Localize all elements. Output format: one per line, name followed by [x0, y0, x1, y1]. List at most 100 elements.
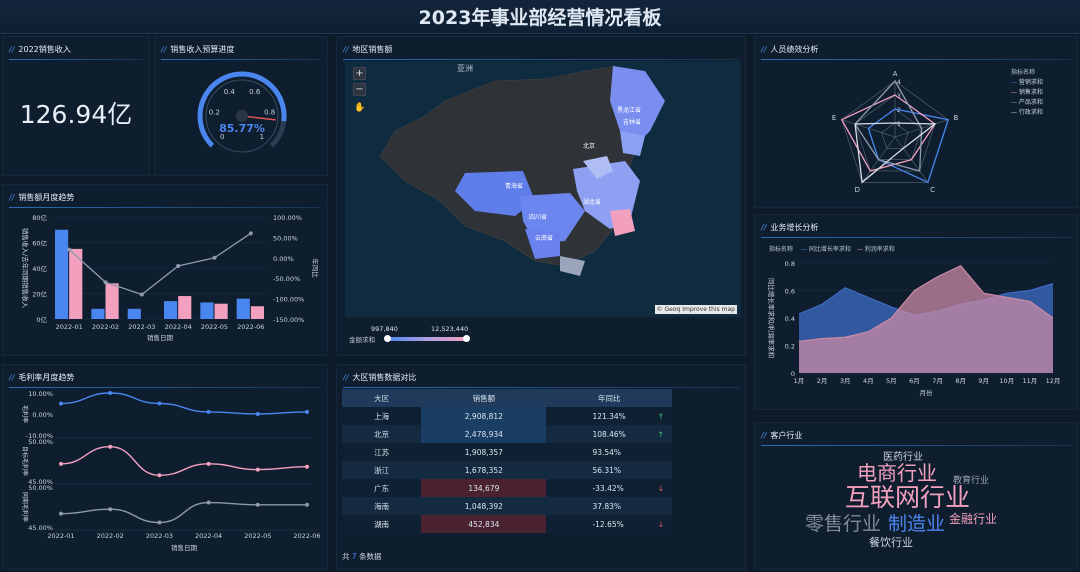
province-label: 湖北省: [583, 199, 602, 206]
cell-yoy: 121.34% ↑: [546, 407, 672, 425]
zoom-out-button[interactable]: −: [353, 83, 366, 96]
x-tick: 2022-05: [244, 532, 271, 540]
word-cloud-item[interactable]: 餐饮行业: [869, 537, 913, 548]
y2-tick: -150.00%: [273, 316, 304, 324]
pan-hand-icon[interactable]: ✋: [354, 103, 365, 113]
cell-region: 上海: [342, 407, 422, 425]
table-row[interactable]: 北京 2,478,934 108.46% ↑: [342, 425, 672, 443]
radar-chart: ABCDE4321: [832, 70, 959, 194]
cell-region: 浙江: [342, 461, 422, 479]
table-row[interactable]: 江苏 1,908,357 93.54%: [342, 443, 672, 461]
band-label: 同期毛利率: [21, 492, 29, 522]
cell-sales: 134,679: [421, 479, 547, 497]
y-tick: 50.00%: [28, 438, 53, 446]
gauge-tick: 0.4: [224, 88, 236, 96]
map-attribution[interactable]: © Geoq Improve this map: [654, 305, 737, 314]
map-region-label: 亚洲: [457, 64, 473, 73]
province-label: 四川省: [529, 214, 548, 221]
table-row[interactable]: 广东 134,679 -33.42% ↓: [342, 479, 672, 497]
cell-yoy: -33.42% ↓: [546, 479, 672, 497]
x-tick: 12月: [1046, 377, 1061, 385]
x-tick: 1月: [794, 377, 805, 385]
x-tick: 2022-06: [293, 532, 320, 540]
table-row[interactable]: 浙江 1,678,352 56.31%: [342, 461, 672, 479]
legend-handle-max[interactable]: [463, 335, 470, 342]
cell-yoy: 56.31%: [546, 461, 672, 479]
cell-region: 湖南: [342, 515, 422, 533]
province-label: 黑龙江省: [617, 107, 642, 114]
y-tick: 0.4: [785, 315, 795, 323]
margin-point: [108, 507, 113, 512]
x-tick: 2022-05: [201, 323, 228, 331]
table-header[interactable]: 年同比: [546, 389, 672, 407]
cell-sales: 1,908,357: [421, 443, 547, 461]
map-canvas[interactable]: 亚洲 黑龙江省 吉林省 北京 青海省 四川省 湖北省 云南省 + − ✋ © G…: [345, 61, 741, 317]
cell-region: 海南: [342, 497, 422, 515]
radar-legend-item[interactable]: — 行政求和: [1011, 108, 1043, 118]
margin-point: [59, 511, 63, 516]
bar: [178, 296, 192, 319]
province-label: 青海省: [505, 183, 524, 190]
table-row[interactable]: 海南 1,048,392 37.83%: [342, 497, 672, 515]
gauge-chart: 85.77% 0 0.2 0.4 0.6 0.8 1: [197, 71, 287, 161]
word-cloud-item[interactable]: 零售行业: [805, 515, 881, 534]
y-tick: 0.8: [785, 260, 795, 268]
bar: [105, 283, 119, 319]
radar-axis-label: B: [953, 114, 958, 122]
x-tick: 10月: [999, 377, 1014, 385]
x-axis-label: 销售日期: [171, 543, 198, 552]
radar-series: [854, 79, 923, 172]
y2-tick: -100.00%: [273, 296, 304, 304]
trend-point: [176, 263, 181, 268]
margin-panel: //毛利率月度趋势 10.00% 0.00% -10.00% 毛利率 50.00% 45.…: [2, 364, 328, 570]
cell-sales: 2,908,812: [421, 407, 547, 425]
area-chart: 0.80.60.40.201月 2月 3月 4月 5月 6月 7月 8月 9月 10月 11月 12月…: [767, 260, 1061, 397]
legend-gradient-slider[interactable]: [387, 337, 467, 341]
y-axis-label: 销售收入/去年同期销售收入: [21, 228, 30, 309]
cell-sales: 2,478,934: [421, 425, 547, 443]
bar: [236, 298, 250, 319]
margin-point: [305, 502, 309, 507]
cell-yoy: 108.46% ↑: [546, 425, 672, 443]
revenue-value: 126.94亿: [19, 100, 133, 129]
margin-point: [108, 444, 113, 449]
y-tick: 0.2: [785, 343, 795, 351]
y-axis-label: 同比增长率求和/利润率求和: [767, 278, 776, 358]
table-row[interactable]: 湖南 452,834 -12.65% ↓: [342, 515, 672, 533]
bar: [214, 303, 228, 319]
radar-legend-item[interactable]: — 产品求和: [1011, 98, 1043, 108]
word-cloud-item[interactable]: 电商行业: [857, 463, 937, 483]
word-cloud-item[interactable]: 制造业: [888, 515, 945, 534]
radar-tick: 1: [897, 121, 901, 128]
word-cloud-item[interactable]: 金融行业: [949, 513, 997, 525]
radar-axis-label: C: [930, 186, 935, 194]
word-cloud-item[interactable]: 互联网行业: [845, 485, 970, 510]
x-tick: 11月: [1023, 377, 1038, 385]
trend-point: [103, 280, 108, 285]
region-table: 大区 销售额 年同比 上海 2,908,812 121.34% ↑ 北京 2,478…: [342, 389, 672, 533]
radar-series: [867, 108, 950, 184]
margin-point: [255, 467, 260, 472]
x-tick: 2022-04: [165, 323, 192, 331]
y-tick: 40亿: [32, 264, 47, 273]
table-header[interactable]: 销售额: [421, 389, 547, 407]
gauge-tick: 0.2: [209, 109, 220, 117]
bar: [164, 301, 178, 319]
region-guangxi[interactable]: [560, 256, 585, 276]
margin-line: [60, 501, 307, 524]
x-tick: 7月: [932, 377, 943, 385]
x-tick: 2022-02: [97, 532, 124, 540]
cell-region: 北京: [342, 425, 422, 443]
zoom-in-button[interactable]: +: [353, 67, 366, 80]
legend-handle-min[interactable]: [384, 335, 391, 342]
radar-legend-item[interactable]: — 销售求和: [1011, 88, 1043, 98]
table-row[interactable]: 上海 2,908,812 121.34% ↑: [342, 407, 672, 425]
bar-chart: 80亿 60亿 40亿 20亿 0亿 100.00% 50.00% 0.00% -50.00% -…: [21, 213, 320, 342]
trend-point: [248, 231, 253, 236]
revenue-title: //2022销售收入: [9, 45, 71, 54]
table-header[interactable]: 大区: [342, 389, 422, 407]
arrow-down-icon: ↓: [657, 483, 664, 493]
radar-legend-item[interactable]: — 营销求和: [1011, 78, 1043, 88]
band-label: 毛利率: [21, 405, 29, 423]
province-label: 北京: [583, 143, 596, 150]
